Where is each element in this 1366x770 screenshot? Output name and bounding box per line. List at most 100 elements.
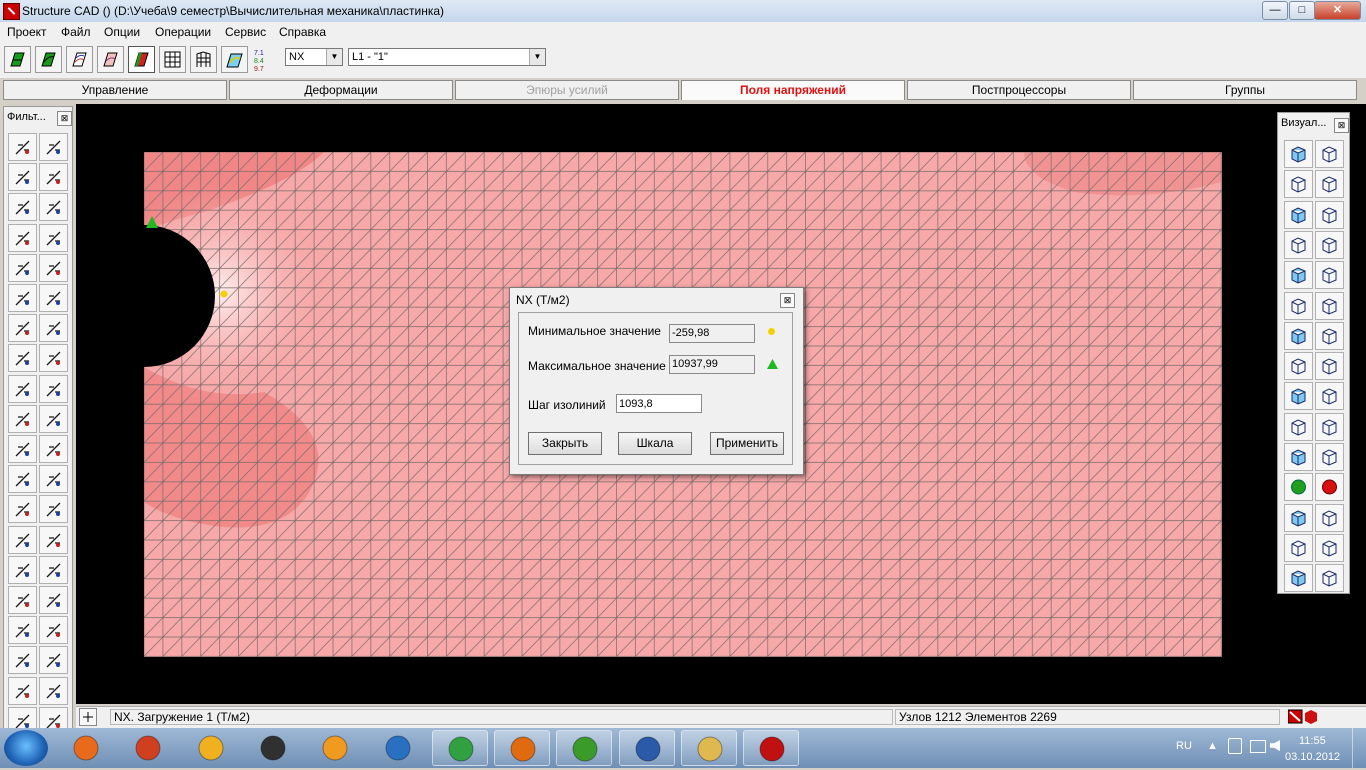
grid-frame-icon[interactable] xyxy=(1284,533,1313,562)
menu-service[interactable]: Сервис xyxy=(225,25,266,39)
values-icon[interactable]: 7.1 8.4 9.7 xyxy=(254,50,276,74)
close-button[interactable]: ✕ xyxy=(1314,1,1361,20)
chrome-icon[interactable] xyxy=(431,730,488,766)
element-type-icon[interactable] xyxy=(39,253,68,282)
hand-icon[interactable] xyxy=(1284,564,1313,593)
tray-expand-icon[interactable]: ▲ xyxy=(1207,740,1218,752)
close-dialog-button[interactable]: Закрыть xyxy=(528,432,602,455)
filter-panel-close-icon[interactable]: ⊠ xyxy=(57,111,72,126)
rotate-z-icon[interactable] xyxy=(1315,170,1344,199)
structure-cad-icon[interactable] xyxy=(743,730,800,766)
firefox-icon[interactable] xyxy=(494,730,551,766)
tab-postprocessors[interactable]: Постпроцессоры xyxy=(907,80,1131,100)
minimize-button[interactable]: — xyxy=(1262,1,1288,20)
fill-icon[interactable] xyxy=(8,586,37,614)
utorrent-icon[interactable] xyxy=(556,730,613,766)
isolines-icon[interactable] xyxy=(66,46,93,73)
red-grid-icon[interactable] xyxy=(1315,503,1344,532)
view-iso-icon[interactable] xyxy=(1284,140,1313,168)
node-load-icon[interactable] xyxy=(8,616,37,645)
tab-groups[interactable]: Группы xyxy=(1133,80,1357,100)
frame-icon[interactable] xyxy=(190,46,217,73)
cube-top-icon[interactable] xyxy=(1315,261,1344,290)
isofields-icon[interactable] xyxy=(97,46,124,73)
cube-back-icon[interactable] xyxy=(1284,321,1313,350)
eraser-icon[interactable] xyxy=(39,133,68,161)
clock-time[interactable]: 11:55 xyxy=(1299,735,1326,747)
menu-options[interactable]: Опции xyxy=(104,25,140,39)
clock-date[interactable]: 03.10.2012 xyxy=(1285,751,1340,763)
menu-project[interactable]: Проект xyxy=(7,25,47,39)
layer-icon[interactable] xyxy=(8,555,37,584)
cube-side-icon[interactable] xyxy=(1284,261,1313,290)
local-icon[interactable] xyxy=(39,646,68,675)
deformed-icon[interactable] xyxy=(35,46,62,73)
info-icon[interactable] xyxy=(1284,503,1313,532)
mass-icon[interactable] xyxy=(8,435,37,463)
frame-select-icon[interactable] xyxy=(8,676,37,705)
chevron-down-icon[interactable]: ▼ xyxy=(326,49,342,65)
load-icon[interactable] xyxy=(8,374,37,403)
rotate-a-icon[interactable] xyxy=(1284,200,1313,229)
cube-left-icon[interactable] xyxy=(1284,291,1313,320)
pen-icon[interactable] xyxy=(8,525,37,554)
load-list-icon[interactable] xyxy=(39,374,68,403)
plan-icon[interactable] xyxy=(1284,382,1313,411)
element-info-icon[interactable] xyxy=(39,193,68,222)
aimp-icon[interactable] xyxy=(183,730,239,766)
model-icon[interactable] xyxy=(4,46,31,73)
rotate-y-icon[interactable] xyxy=(1284,170,1313,199)
network-icon[interactable] xyxy=(1250,740,1266,753)
apply-button[interactable]: Применить xyxy=(710,432,784,455)
word-icon[interactable] xyxy=(618,730,675,766)
tree-icon[interactable] xyxy=(39,586,68,614)
cube-blue-icon[interactable] xyxy=(1284,352,1313,381)
hinge-icon[interactable] xyxy=(39,284,68,312)
select-icon[interactable] xyxy=(8,495,37,524)
scale-icon[interactable] xyxy=(1315,564,1344,593)
cut-icon[interactable] xyxy=(39,344,68,373)
scale-button[interactable]: Шкала xyxy=(618,432,692,455)
start-button[interactable] xyxy=(4,730,48,766)
force-icon[interactable] xyxy=(8,404,37,433)
red-light-icon[interactable] xyxy=(1315,473,1344,502)
beam-icon[interactable] xyxy=(8,344,37,373)
frame3d-icon[interactable] xyxy=(1315,382,1344,411)
menu-file[interactable]: Файл xyxy=(61,25,91,39)
global-icon[interactable] xyxy=(8,646,37,675)
menu-operations[interactable]: Операции xyxy=(155,25,211,39)
support-icon[interactable] xyxy=(8,284,37,312)
tab-stress-fields[interactable]: Поля напряжений xyxy=(681,80,905,100)
filter-icon[interactable] xyxy=(1284,412,1313,441)
task-app-2-icon[interactable] xyxy=(120,730,176,766)
cube-front-icon[interactable] xyxy=(1315,230,1344,259)
load-case-select[interactable]: L1 - "1" ▼ xyxy=(348,48,546,66)
language-indicator[interactable]: RU xyxy=(1176,740,1192,752)
isoline-step-input[interactable] xyxy=(616,394,702,413)
rotate-c-icon[interactable] xyxy=(1284,230,1313,259)
stress-field-icon[interactable] xyxy=(128,46,155,73)
fragment-icon[interactable] xyxy=(1315,352,1344,381)
contour-icon[interactable] xyxy=(221,46,248,73)
node-type-icon[interactable] xyxy=(8,253,37,282)
cube-bottom-icon[interactable] xyxy=(1315,321,1344,350)
app-icon[interactable] xyxy=(3,3,20,20)
menu-help[interactable]: Справка xyxy=(279,25,326,39)
node-info-icon[interactable] xyxy=(8,193,37,222)
explorer-icon[interactable] xyxy=(681,730,737,766)
brush-icon[interactable] xyxy=(39,555,68,584)
visualization-panel-close-icon[interactable]: ⊠ xyxy=(1334,118,1349,133)
rotate3d-icon[interactable] xyxy=(1315,533,1344,562)
cross-axis-icon[interactable] xyxy=(39,314,68,343)
green-light-icon[interactable] xyxy=(1284,473,1313,502)
pencil-icon[interactable] xyxy=(8,133,37,161)
chevron-down-icon[interactable]: ▼ xyxy=(529,49,545,65)
dialog-close-icon[interactable]: ⊠ xyxy=(780,293,795,308)
no-display-icon[interactable] xyxy=(1284,443,1313,471)
moment-icon[interactable] xyxy=(39,404,68,433)
printer-icon[interactable] xyxy=(1315,443,1344,471)
tab-deformations[interactable]: Деформации xyxy=(229,80,453,100)
cube-right-icon[interactable] xyxy=(1315,291,1344,320)
grid-select-icon[interactable] xyxy=(39,465,68,494)
rotate-b-icon[interactable] xyxy=(1315,200,1344,229)
